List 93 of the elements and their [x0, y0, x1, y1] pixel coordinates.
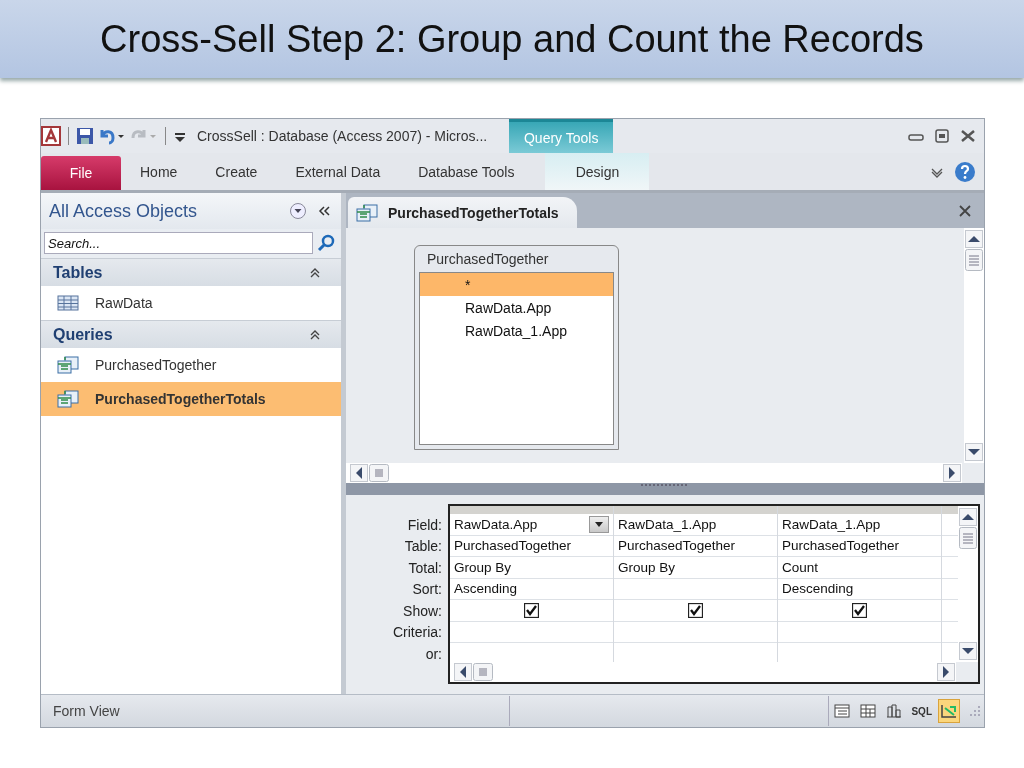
- scroll-down-icon[interactable]: [965, 443, 983, 461]
- navigation-item[interactable]: RawData: [41, 286, 341, 320]
- app-logo-icon: [41, 126, 61, 146]
- status-text: Form View: [52, 703, 121, 719]
- field-list-item[interactable]: *: [420, 273, 613, 296]
- collapse-group-icon[interactable]: [309, 328, 321, 341]
- group-label: Tables: [53, 263, 103, 282]
- scroll-right-icon[interactable]: [943, 464, 961, 482]
- dropdown-icon[interactable]: [289, 202, 307, 220]
- grid-row-label: or:: [425, 644, 442, 664]
- scroll-right-icon[interactable]: [937, 663, 955, 681]
- query-icon: [356, 203, 378, 222]
- grid-row-label: Show:: [403, 601, 442, 621]
- grid-cell-text: Group By: [618, 559, 676, 575]
- search-icon[interactable]: [317, 234, 335, 252]
- field-dropdown-button[interactable]: [589, 515, 609, 533]
- ribbon-tab[interactable]: File: [41, 156, 121, 190]
- grid-cell-text: RawData.App: [454, 516, 538, 532]
- scroll-thumb-icon[interactable]: [369, 464, 389, 482]
- vertical-scrollbar[interactable]: [958, 506, 978, 662]
- pivot-table-icon: [860, 704, 877, 718]
- grip-icon[interactable]: [641, 483, 689, 487]
- search-field[interactable]: Search...: [44, 232, 313, 254]
- show-checkbox[interactable]: [524, 602, 539, 618]
- grid-cell-text: Descending: [782, 581, 854, 597]
- grid-cell-text: RawData_1.App: [782, 516, 881, 532]
- grid-cell-text: PurchasedTogether: [782, 538, 900, 554]
- design-ruler-icon: [941, 704, 957, 718]
- scroll-thumb-icon[interactable]: [965, 249, 983, 271]
- navigation-item[interactable]: PurchasedTogetherTotals: [41, 382, 341, 416]
- ribbon-tab[interactable]: Home: [121, 153, 197, 190]
- scroll-up-icon[interactable]: [959, 508, 977, 526]
- design-view-button[interactable]: [938, 699, 960, 723]
- grid-row-label: Total:: [408, 558, 442, 578]
- slide-title: Cross-Sell Step 2: Group and Count the Records: [100, 17, 924, 61]
- close-icon[interactable]: [958, 203, 972, 218]
- undo-icon[interactable]: [98, 127, 126, 145]
- navigation-item-label: PurchasedTogether: [95, 357, 217, 373]
- group-header[interactable]: Tables: [41, 258, 341, 286]
- grid-cell-text: Ascending: [454, 581, 518, 597]
- navigation-item[interactable]: PurchasedTogether: [41, 348, 341, 382]
- collapse-pane-icon[interactable]: [317, 204, 331, 218]
- field-cell[interactable]: RawData.App: [450, 514, 613, 536]
- sql-view-button[interactable]: SQL: [909, 699, 934, 723]
- grid-cell-text: Group By: [454, 559, 512, 575]
- grid-row-label: Table:: [404, 537, 442, 557]
- window-title: CrossSell : Database (Access 2007) - Micros...: [197, 128, 488, 144]
- ribbon-tab[interactable]: Database Tools: [399, 153, 534, 190]
- scroll-thumb-icon[interactable]: [959, 527, 977, 549]
- field-list-item[interactable]: RawData.App: [420, 296, 613, 319]
- table-icon: [57, 295, 79, 311]
- datasheet-icon: [834, 704, 851, 718]
- field-cell[interactable]: RawData_1.App: [614, 514, 777, 536]
- horizontal-scrollbar[interactable]: [346, 463, 984, 483]
- field-cell[interactable]: RawData_1.App: [778, 514, 941, 536]
- restore-icon[interactable]: [934, 129, 950, 143]
- group-label: Queries: [53, 325, 113, 344]
- grid-row-label: Criteria:: [393, 623, 442, 643]
- grid-cell-text: PurchasedTogether: [454, 538, 572, 554]
- show-checkbox[interactable]: [852, 602, 867, 618]
- ribbon-tab[interactable]: Create: [196, 153, 277, 190]
- vertical-scrollbar[interactable]: [964, 228, 984, 463]
- query-icon: [57, 356, 79, 374]
- scroll-thumb-icon[interactable]: [473, 663, 493, 681]
- close-icon[interactable]: [960, 129, 976, 143]
- help-icon[interactable]: [954, 160, 976, 183]
- navigation-item-label: RawData: [95, 295, 153, 311]
- collapse-group-icon[interactable]: [309, 266, 321, 279]
- ribbon-tab[interactable]: External Data: [276, 153, 400, 190]
- document-tab[interactable]: PurchasedTogetherTotals: [348, 197, 577, 228]
- scroll-down-icon[interactable]: [959, 642, 977, 660]
- resize-grip-icon[interactable]: [968, 704, 982, 718]
- grid-row-label: Field:: [407, 515, 442, 535]
- grid-cell-text: Count: [782, 559, 819, 575]
- scroll-up-icon[interactable]: [965, 230, 983, 248]
- save-icon[interactable]: [76, 127, 94, 145]
- chart-icon: [886, 704, 903, 718]
- caret-icon: [595, 521, 603, 527]
- show-checkbox[interactable]: [688, 602, 703, 618]
- scroll-left-icon[interactable]: [454, 663, 472, 681]
- contextual-tab-group-label: Query Tools: [509, 119, 614, 153]
- navigation-item-label: PurchasedTogetherTotals: [95, 391, 266, 407]
- document-tab-label: PurchasedTogetherTotals: [388, 204, 559, 221]
- grid-row-label: Sort:: [412, 580, 442, 600]
- scroll-left-icon[interactable]: [350, 464, 368, 482]
- scrollbar-corner: [956, 662, 978, 682]
- query-icon: [57, 390, 79, 408]
- grid-cell-text: RawData_1.App: [618, 516, 717, 532]
- field-list-item[interactable]: RawData_1.App: [420, 319, 613, 342]
- grid-cell-text: PurchasedTogether: [618, 538, 736, 554]
- table-field-list-title: PurchasedTogether: [426, 250, 550, 269]
- ribbon-tab[interactable]: Design: [545, 153, 650, 190]
- group-header[interactable]: Queries: [41, 320, 341, 348]
